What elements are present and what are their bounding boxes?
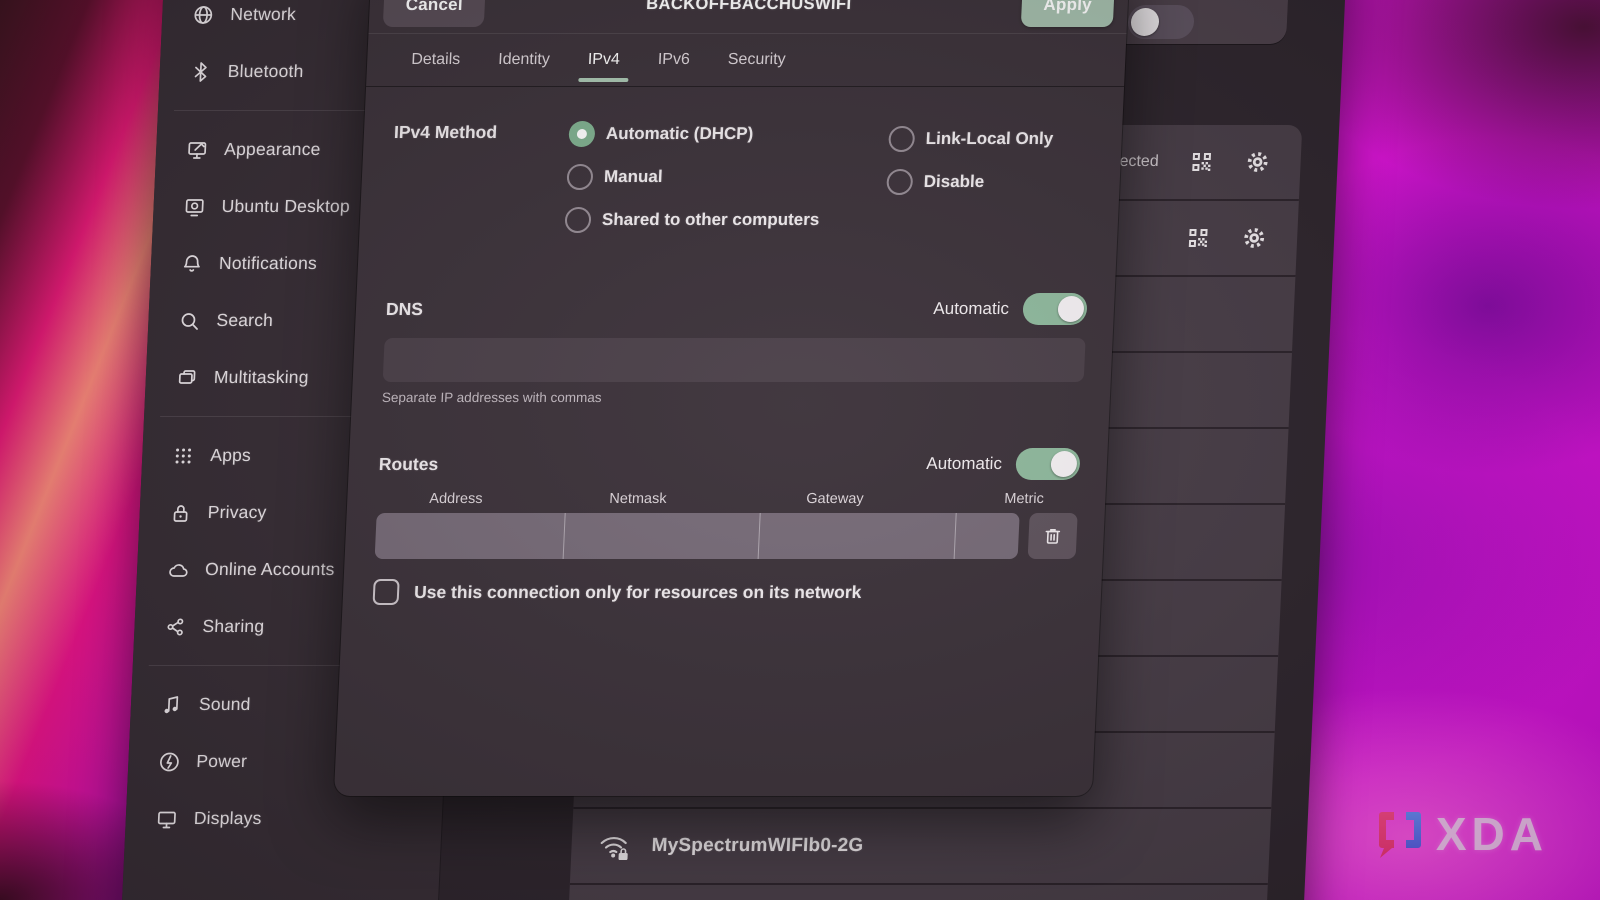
dns-automatic-toggle[interactable] (1022, 293, 1088, 325)
ipv4-method-section: IPv4 Method Automatic (DHCP) Manual Shar… (389, 119, 1096, 248)
toggle-knob (1057, 296, 1085, 322)
sidebar-label: Search (216, 310, 274, 330)
ubuntu-desktop-icon (185, 198, 204, 216)
tab-ipv6[interactable]: IPv6 (657, 34, 691, 86)
connection-scope-option[interactable]: Use this connection only for resources o… (372, 579, 1075, 605)
network-icon (194, 5, 213, 24)
tab-details[interactable]: Details (410, 34, 461, 86)
dialog-header: Cancel BACKOFFBACCHUSWIFI Apply (368, 0, 1130, 34)
share-icon (167, 617, 184, 636)
radio-indicator (568, 121, 596, 147)
routes-section-header: Routes Automatic (378, 447, 1081, 481)
sidebar-label: Multitasking (213, 367, 310, 387)
xda-logo-text: XDA (1435, 808, 1548, 860)
xda-watermark: XDA (1374, 806, 1548, 862)
radio-manual[interactable]: Manual (566, 162, 887, 192)
connection-dialog: Cancel BACKOFFBACCHUSWIFI Apply Details … (333, 0, 1130, 796)
route-address-input[interactable] (374, 513, 567, 559)
network-row[interactable] (568, 885, 1268, 900)
route-gateway-input[interactable] (758, 513, 957, 559)
radio-indicator (564, 207, 592, 233)
routes-col-address: Address (428, 491, 483, 507)
radio-link-local[interactable]: Link-Local Only (888, 124, 1095, 154)
routes-col-metric: Metric (1003, 491, 1045, 507)
dns-input[interactable] (382, 338, 1086, 382)
radio-automatic-dhcp[interactable]: Automatic (DHCP) (568, 119, 889, 149)
search-icon (181, 312, 198, 330)
dns-helper-text: Separate IP addresses with commas (381, 390, 602, 405)
checkbox-label: Use this connection only for resources o… (413, 581, 862, 602)
network-row-myspectrum[interactable]: MySpectrumWIFIb0-2G (569, 809, 1272, 885)
dialog-title: BACKOFFBACCHUSWIFI (645, 0, 852, 13)
sidebar-label: Displays (193, 808, 263, 828)
sidebar-label: Network (229, 4, 297, 24)
dns-automatic-label: Automatic (932, 299, 1010, 318)
multitasking-icon (178, 369, 196, 384)
qr-code-button[interactable] (1180, 221, 1216, 255)
power-icon (160, 752, 179, 771)
apps-grid-icon (175, 448, 192, 463)
bluetooth-icon (194, 61, 207, 82)
dns-label: DNS (385, 298, 424, 319)
route-netmask-input[interactable] (564, 513, 761, 559)
network-settings-button[interactable] (1236, 221, 1272, 255)
sidebar-label: Notifications (218, 253, 318, 273)
sidebar-label: Power (195, 751, 248, 771)
cloud-icon (169, 563, 188, 577)
qr-code-button[interactable] (1184, 145, 1220, 179)
desktop: Network Bluetooth Appearance Ubuntu Desk… (0, 0, 1600, 900)
qr-code-icon (1188, 229, 1208, 248)
radio-indicator (886, 169, 914, 195)
radio-indicator (566, 164, 594, 190)
wifi-lock-icon (600, 836, 628, 860)
qr-code-icon (1192, 153, 1212, 172)
radio-disable[interactable]: Disable (886, 167, 1093, 197)
network-name: MySpectrumWIFIb0-2G (651, 835, 864, 856)
appearance-icon (188, 141, 207, 159)
sidebar-label: Appearance (223, 139, 322, 159)
gear-icon (1244, 228, 1265, 248)
network-settings-button[interactable] (1240, 145, 1276, 179)
sidebar-label: Bluetooth (227, 61, 304, 81)
wifi-toggle[interactable] (1127, 5, 1195, 39)
sidebar-item-displays[interactable]: Displays (125, 790, 444, 847)
ipv4-method-label: IPv4 Method (393, 122, 498, 142)
lock-icon (173, 504, 188, 522)
route-entry-row (374, 513, 1078, 559)
route-metric-input[interactable] (954, 513, 1020, 559)
ipv4-panel: IPv4 Method Automatic (DHCP) Manual Shar… (343, 87, 1125, 605)
sidebar-label: Sound (198, 694, 252, 714)
bell-icon (183, 254, 200, 272)
dialog-tabs: Details Identity IPv4 IPv6 Security (366, 34, 1127, 87)
toggle-knob (1130, 8, 1160, 36)
radio-shared[interactable]: Shared to other computers (564, 205, 885, 235)
toggle-knob (1050, 451, 1078, 477)
sidebar-label: Ubuntu Desktop (221, 196, 351, 216)
routes-col-gateway: Gateway (805, 491, 864, 507)
xda-logo-icon (1378, 812, 1421, 858)
sidebar-label: Apps (209, 445, 252, 465)
photographed-screen: Network Bluetooth Appearance Ubuntu Desk… (0, 0, 1600, 900)
dns-section-header: DNS Automatic (385, 292, 1088, 326)
routes-automatic-toggle[interactable] (1015, 448, 1081, 480)
sidebar-label: Privacy (207, 502, 267, 522)
sidebar-label: Sharing (202, 616, 265, 636)
music-note-icon (164, 695, 179, 713)
sidebar-label: Online Accounts (204, 559, 336, 579)
routes-col-netmask: Netmask (608, 491, 667, 507)
routes-label: Routes (378, 453, 439, 474)
route-delete-button[interactable] (1027, 513, 1078, 559)
checkbox-indicator (372, 579, 400, 605)
gear-icon (1247, 152, 1268, 172)
tab-ipv4[interactable]: IPv4 (587, 34, 621, 86)
routes-column-headers: Address Netmask Gateway Metric (377, 491, 1079, 507)
trash-icon (1045, 529, 1061, 544)
routes-automatic-label: Automatic (925, 454, 1003, 473)
tab-identity[interactable]: Identity (497, 34, 551, 86)
display-icon (157, 811, 176, 828)
tab-security[interactable]: Security (727, 34, 787, 86)
radio-indicator (888, 126, 916, 152)
